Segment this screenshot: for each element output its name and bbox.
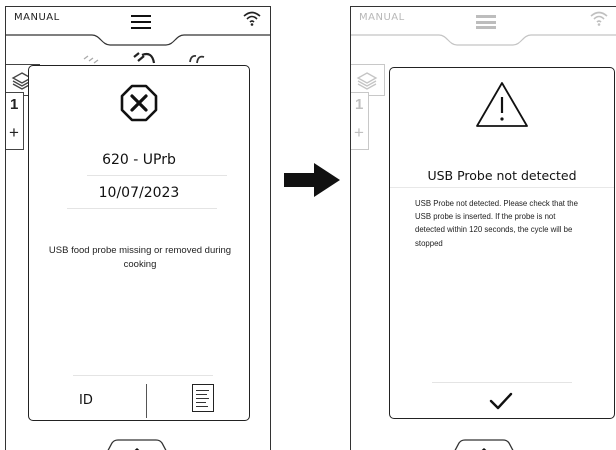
error-code: 620 - UPrb: [102, 152, 176, 168]
mode-label: MANUAL: [14, 12, 60, 23]
add-chamber-button[interactable]: +: [9, 123, 19, 143]
warning-message: USB Probe not detected. Please check tha…: [415, 199, 578, 248]
divider: [87, 175, 227, 176]
bottom-drawer-tab[interactable]: [451, 438, 517, 450]
chamber-number: 1: [10, 96, 19, 113]
error-x-icon: [120, 84, 158, 122]
right-arrow-icon: [284, 163, 340, 197]
bottom-drawer-tab[interactable]: [104, 438, 170, 450]
error-date: 10/07/2023: [98, 185, 180, 201]
warning-screen: MANUAL 1 + USB Probe not detected USB Pr…: [350, 6, 616, 450]
add-chamber-button[interactable]: +: [354, 123, 364, 143]
error-message: USB food probe missing or removed during…: [48, 245, 232, 270]
button-divider: [146, 384, 147, 418]
error-dialog: 620 - UPrb 10/07/2023 USB food probe mis…: [28, 65, 250, 421]
menu-icon[interactable]: [131, 15, 151, 29]
chamber-tab[interactable]: 1 +: [6, 92, 24, 150]
warning-triangle-icon: [476, 82, 528, 127]
warning-dialog: USB Probe not detected USB Probe not det…: [389, 67, 615, 419]
document-icon[interactable]: [192, 384, 214, 412]
divider: [390, 187, 614, 188]
menu-icon[interactable]: [476, 15, 496, 29]
mode-label: MANUAL: [359, 12, 405, 23]
wifi-icon: [590, 11, 608, 26]
chamber-tab[interactable]: 1 +: [351, 92, 369, 150]
divider: [73, 375, 213, 376]
id-button[interactable]: ID: [79, 393, 93, 408]
warning-title: USB Probe not detected: [427, 168, 577, 183]
divider: [67, 208, 217, 209]
chamber-number: 1: [355, 96, 364, 113]
layers-icon: [356, 72, 378, 90]
divider: [432, 382, 572, 383]
error-screen: MANUAL 1 + 620 - UPrb 10/07/2023 USB foo…: [5, 6, 271, 450]
wifi-icon: [243, 11, 261, 26]
checkmark-icon[interactable]: [488, 390, 514, 412]
